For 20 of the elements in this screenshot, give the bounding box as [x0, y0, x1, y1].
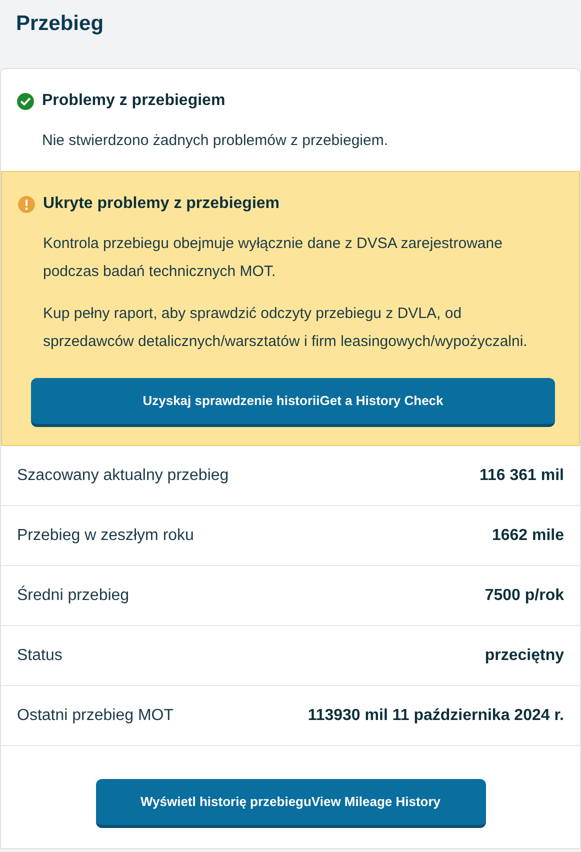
- row-value: 7500 p/rok: [484, 586, 564, 606]
- row-label: Status: [17, 646, 62, 666]
- row-label: Szacowany aktualny przebieg: [17, 466, 229, 486]
- section-title: Przebieg: [16, 11, 105, 37]
- row-label: Średni przebieg: [17, 584, 130, 606]
- row-label: Przebieg w zeszłym roku: [17, 526, 194, 546]
- alert-heading: Problemy z przebiegiem: [42, 91, 226, 111]
- row-value: 116 361 mil: [479, 466, 564, 486]
- row-value: 1662 mile: [492, 526, 564, 546]
- exclamation-circle-icon: [18, 196, 35, 212]
- alert-heading: Ukryte problemy z przebiegiem: [43, 194, 280, 214]
- alert-text: Nie stwierdzono żadnych problemów z przebiegiem.: [42, 131, 389, 151]
- history-check-button[interactable]: Uzyskaj sprawdzenie historiiGet a History Check: [31, 378, 555, 427]
- alert-text: Kontrola przebiegu obejmuje wyłącznie dane z DVSA zarejestrowane podczas badań technicznych MOT.: [43, 234, 504, 282]
- check-circle-icon: [17, 92, 34, 110]
- mileage-history-button[interactable]: Wyświetl historię przebieguView Mileage History: [96, 779, 486, 828]
- alert-text: Kup pełny raport, aby sprawdzić odczyty przebiegu z DVLA, od sprzedawców detalicznych/warsztatów i firm leasingowych/wypożyczalni.: [43, 304, 528, 352]
- row-value: przeciętny: [484, 646, 564, 666]
- row-label: Ostatni przebieg MOT: [17, 706, 174, 726]
- row-value: 113930 mil 11 października 2024 r.: [308, 706, 564, 726]
